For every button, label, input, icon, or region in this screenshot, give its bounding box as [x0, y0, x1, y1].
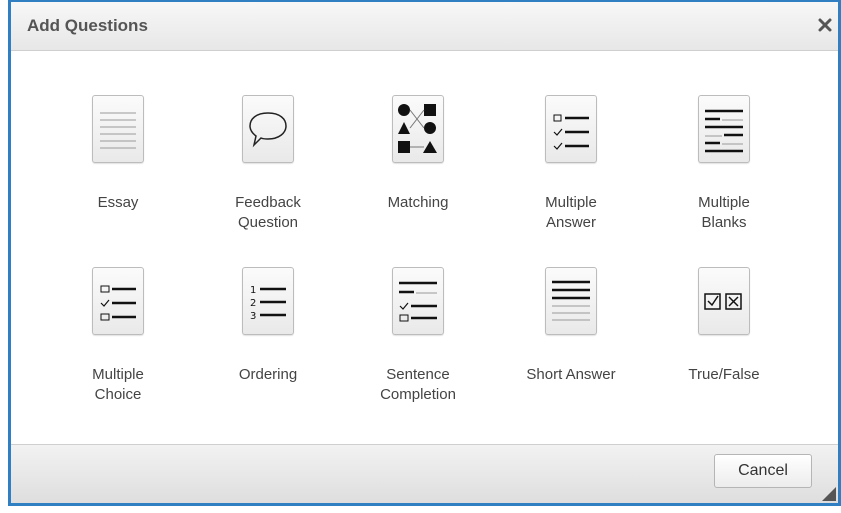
speech-bubble-icon: [249, 112, 287, 148]
multiple-blanks-icon-box: [698, 95, 750, 163]
close-button[interactable]: [814, 14, 836, 36]
question-type-label: Multiple Choice: [92, 366, 144, 403]
multiple-answer-icon-box: [545, 95, 597, 163]
svg-text:3: 3: [250, 311, 256, 322]
question-type-grid: Essay Feedback Question Matching Multipl…: [11, 51, 838, 447]
question-type-matching[interactable]: Matching: [353, 95, 483, 213]
question-type-short-answer[interactable]: Short Answer: [506, 267, 636, 385]
question-type-label: Ordering: [238, 366, 298, 383]
blanks-icon: [705, 109, 743, 153]
sentence-completion-icon: [399, 281, 437, 322]
question-type-label: True/False: [688, 366, 760, 383]
checklist-icon: [553, 114, 589, 150]
question-type-label: Multiple Blanks: [698, 194, 750, 231]
resize-grip-icon[interactable]: [822, 487, 836, 501]
question-type-label: Short Answer: [526, 366, 616, 383]
short-answer-icon-box: [545, 267, 597, 335]
matching-icon-box: [392, 95, 444, 163]
question-type-label: Essay: [97, 194, 139, 211]
question-type-essay[interactable]: Essay: [53, 95, 183, 213]
feedback-icon-box: [242, 95, 294, 163]
question-type-sentence-completion[interactable]: Sentence Completion: [353, 267, 483, 405]
close-icon: [818, 18, 832, 32]
add-questions-dialog: Add Questions Essay Feedback Question Ma…: [8, 0, 841, 506]
question-type-multiple-blanks[interactable]: Multiple Blanks: [659, 95, 789, 233]
question-type-feedback[interactable]: Feedback Question: [203, 95, 333, 233]
question-type-multiple-answer[interactable]: Multiple Answer: [506, 95, 636, 233]
question-type-label: Feedback Question: [235, 194, 301, 231]
question-type-multiple-choice[interactable]: Multiple Choice: [53, 267, 183, 405]
cancel-button[interactable]: Cancel: [714, 454, 812, 488]
numbered-list-icon: 1 2 3: [250, 285, 286, 322]
question-type-label: Matching: [387, 194, 449, 211]
essay-icon-box: [92, 95, 144, 163]
question-type-label: Multiple Answer: [545, 194, 597, 231]
ordering-icon-box: 1 2 3: [242, 267, 294, 335]
dialog-title: Add Questions: [27, 16, 148, 35]
essay-icon: [100, 112, 136, 149]
question-type-ordering[interactable]: 1 2 3 Ordering: [203, 267, 333, 385]
dialog-titlebar: Add Questions: [11, 2, 838, 51]
true-false-icon-box: [698, 267, 750, 335]
true-false-icon: [704, 293, 742, 310]
sentence-completion-icon-box: [392, 267, 444, 335]
dialog-footer: Cancel: [11, 444, 838, 503]
question-type-true-false[interactable]: True/False: [659, 267, 789, 385]
matching-icon: [398, 104, 437, 153]
choice-list-icon: [100, 285, 136, 321]
question-type-label: Sentence Completion: [380, 366, 456, 403]
svg-text:1: 1: [250, 285, 256, 296]
short-answer-icon: [552, 280, 590, 321]
svg-text:2: 2: [250, 298, 256, 309]
multiple-choice-icon-box: [92, 267, 144, 335]
